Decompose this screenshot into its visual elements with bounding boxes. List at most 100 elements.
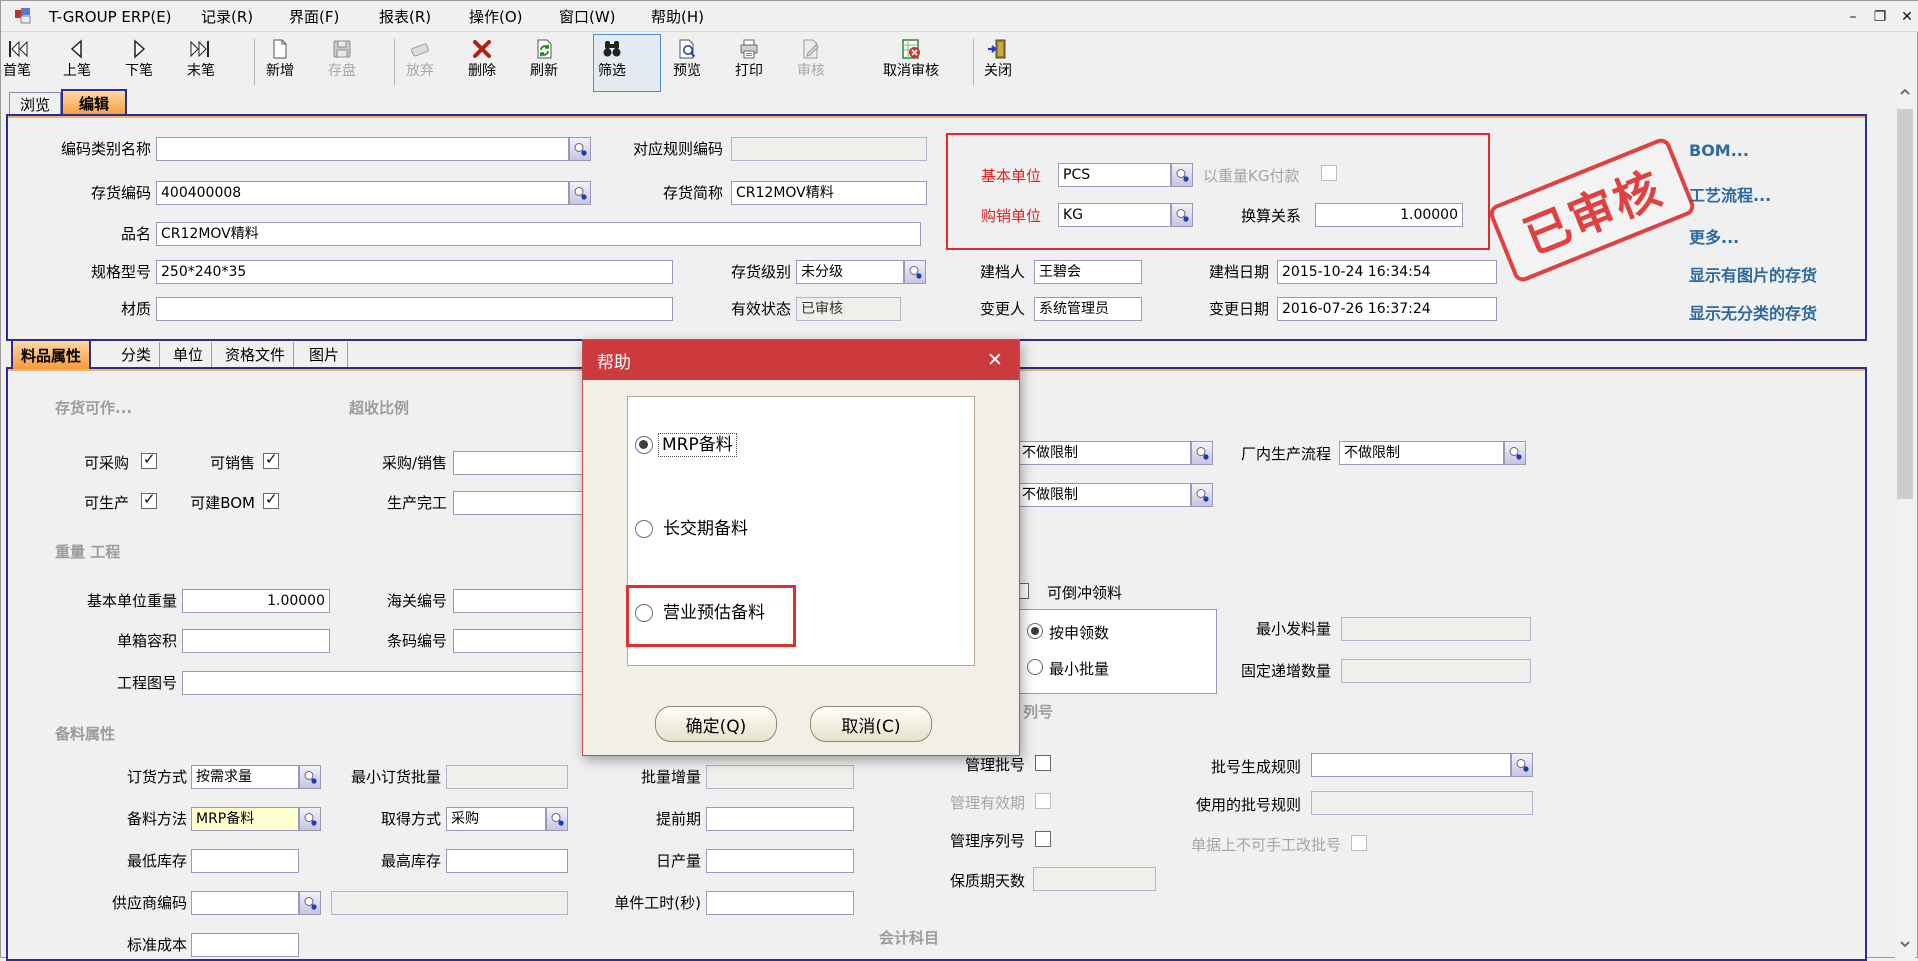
menu-window[interactable]: 窗口(W) [555, 6, 620, 28]
spec-field[interactable]: 250*240*35 [156, 260, 673, 284]
min-batch-radio[interactable] [1027, 659, 1043, 675]
menu-report[interactable]: 报表(R) [375, 6, 435, 28]
unit-hours-field[interactable] [706, 891, 854, 915]
restore-button[interactable]: ❐ [1869, 7, 1891, 27]
batch-rule-field[interactable] [1311, 753, 1511, 777]
base-weight-field[interactable]: 1.00000 [182, 589, 330, 613]
factory-flow-lookup[interactable] [1504, 441, 1526, 465]
toolbar-new[interactable]: 新增 [266, 36, 294, 79]
toolbar-prev-record[interactable]: 上笔 [63, 36, 91, 79]
toolbar-first-record[interactable]: 首笔 [3, 36, 31, 79]
acquire-mode-lookup[interactable] [546, 807, 568, 831]
long-lead-prep-label[interactable]: 长交期备料 [663, 518, 748, 540]
code-category-field[interactable] [156, 137, 569, 161]
acquire-mode-field[interactable]: 采购 [446, 807, 546, 831]
manage-batch-checkbox[interactable] [1035, 755, 1051, 771]
limit-field-2-lookup[interactable] [1191, 483, 1213, 507]
toolbar-print[interactable]: 打印 [735, 36, 763, 79]
toolbar-filter[interactable]: 筛选 [598, 36, 626, 79]
menu-bar: T-GROUP ERP(E) 记录(R) 界面(F) 报表(R) 操作(O) 窗… [1, 1, 1918, 32]
base-unit-lookup[interactable] [1171, 163, 1193, 187]
minimize-button[interactable]: – [1842, 7, 1864, 27]
by-request-radio[interactable] [1027, 623, 1043, 639]
manage-serial-checkbox[interactable] [1035, 831, 1051, 847]
toolbar-preview[interactable]: 预览 [673, 36, 701, 79]
base-unit-field[interactable]: PCS [1058, 163, 1171, 187]
tab-browse[interactable]: 浏览 [9, 92, 61, 115]
prep-method-lookup[interactable] [299, 807, 321, 831]
menu-help[interactable]: 帮助(H) [647, 6, 708, 28]
link-show-with-image[interactable]: 显示有图片的存货 [1689, 262, 1817, 286]
toolbar-close-form[interactable]: 关闭 [984, 36, 1012, 79]
prep-method-field[interactable]: MRP备料 [191, 807, 299, 831]
factory-flow-field[interactable]: 不做限制 [1339, 441, 1504, 465]
link-more[interactable]: 更多... [1689, 224, 1739, 248]
toolbar-cancel-audit[interactable]: 取消审核 [861, 36, 961, 79]
min-issue-label: 最小发料量 [1239, 619, 1331, 639]
menu-record[interactable]: 记录(R) [197, 6, 257, 28]
subtab-qualification[interactable]: 资格文件 [217, 342, 294, 367]
order-mode-lookup[interactable] [299, 765, 321, 789]
supplier-code-field[interactable] [191, 891, 299, 915]
menu-action[interactable]: 操作(O) [465, 6, 527, 28]
can-build-bom-checkbox[interactable] [263, 493, 279, 509]
min-order-label: 最小订货批量 [329, 767, 441, 787]
lead-time-field[interactable] [706, 807, 854, 831]
link-show-unclassified[interactable]: 显示无分类的存货 [1689, 300, 1817, 324]
can-build-bom-label: 可建BOM [179, 493, 255, 513]
level-field[interactable]: 未分级 [796, 260, 904, 284]
toolbar-last-record[interactable]: 末笔 [187, 36, 215, 79]
product-name-field[interactable]: CR12MOV精料 [156, 222, 921, 246]
subtab-images[interactable]: 图片 [301, 342, 348, 367]
subtab-classification[interactable]: 分类 [113, 342, 160, 367]
subtab-item-properties[interactable]: 料品属性 [11, 339, 91, 369]
scroll-down-icon[interactable] [1895, 937, 1915, 957]
menu-app[interactable]: T-GROUP ERP(E) [45, 6, 176, 28]
toolbar-next-record[interactable]: 下笔 [125, 36, 153, 79]
conversion-field[interactable]: 1.00000 [1315, 203, 1463, 227]
min-stock-field[interactable] [191, 849, 299, 873]
ok-button[interactable]: 确定(Q) [655, 706, 777, 742]
batch-rule-lookup[interactable] [1511, 753, 1533, 777]
scrollbar-thumb[interactable] [1897, 109, 1913, 499]
limit-field-1[interactable]: 不做限制 [1017, 441, 1191, 465]
purchase-sale-ratio-label: 采购/销售 [359, 453, 447, 473]
sellable-checkbox[interactable] [263, 453, 279, 469]
trade-unit-field[interactable]: KG [1058, 203, 1171, 227]
inventory-code-field[interactable]: 400400008 [156, 181, 569, 205]
material-field[interactable] [156, 297, 673, 321]
subtab-units[interactable]: 单位 [165, 342, 212, 367]
limit-field-2[interactable]: 不做限制 [1017, 483, 1191, 507]
mrp-prep-radio[interactable] [635, 436, 653, 454]
inventory-code-lookup[interactable] [569, 181, 591, 205]
producible-checkbox[interactable] [141, 493, 157, 509]
supplier-code-lookup[interactable] [299, 891, 321, 915]
short-name-field[interactable]: CR12MOV精料 [731, 181, 927, 205]
std-cost-field[interactable] [191, 933, 299, 957]
purchasable-checkbox[interactable] [141, 453, 157, 469]
tab-edit[interactable]: 编辑 [61, 89, 127, 116]
dialog-close-icon[interactable]: ✕ [983, 348, 1007, 372]
close-button[interactable]: ✕ [1896, 7, 1918, 27]
trade-unit-lookup[interactable] [1171, 203, 1193, 227]
help-dialog-titlebar[interactable]: 帮助 [583, 340, 1019, 380]
code-category-lookup[interactable] [569, 137, 591, 161]
daily-output-field[interactable] [706, 849, 854, 873]
toolbar-refresh[interactable]: 刷新 [530, 36, 558, 79]
link-process-flow[interactable]: 工艺流程... [1689, 182, 1771, 206]
order-mode-field[interactable]: 按需求量 [191, 765, 299, 789]
no-manual-batch-checkbox [1351, 835, 1367, 851]
max-stock-field[interactable] [446, 849, 568, 873]
limit-field-1-lookup[interactable] [1191, 441, 1213, 465]
weight-header: 重量 工程 [55, 541, 120, 562]
link-bom[interactable]: BOM... [1689, 141, 1749, 160]
long-lead-prep-radio[interactable] [635, 520, 653, 538]
menu-ui[interactable]: 界面(F) [285, 6, 343, 28]
scroll-up-icon[interactable] [1895, 85, 1915, 105]
toolbar-delete[interactable]: 删除 [468, 36, 496, 79]
purchasable-label: 可采购 [65, 453, 129, 473]
cancel-button[interactable]: 取消(C) [810, 706, 932, 742]
level-lookup[interactable] [904, 260, 926, 284]
mrp-prep-label[interactable]: MRP备料 [659, 434, 736, 456]
box-volume-field[interactable] [182, 629, 330, 653]
